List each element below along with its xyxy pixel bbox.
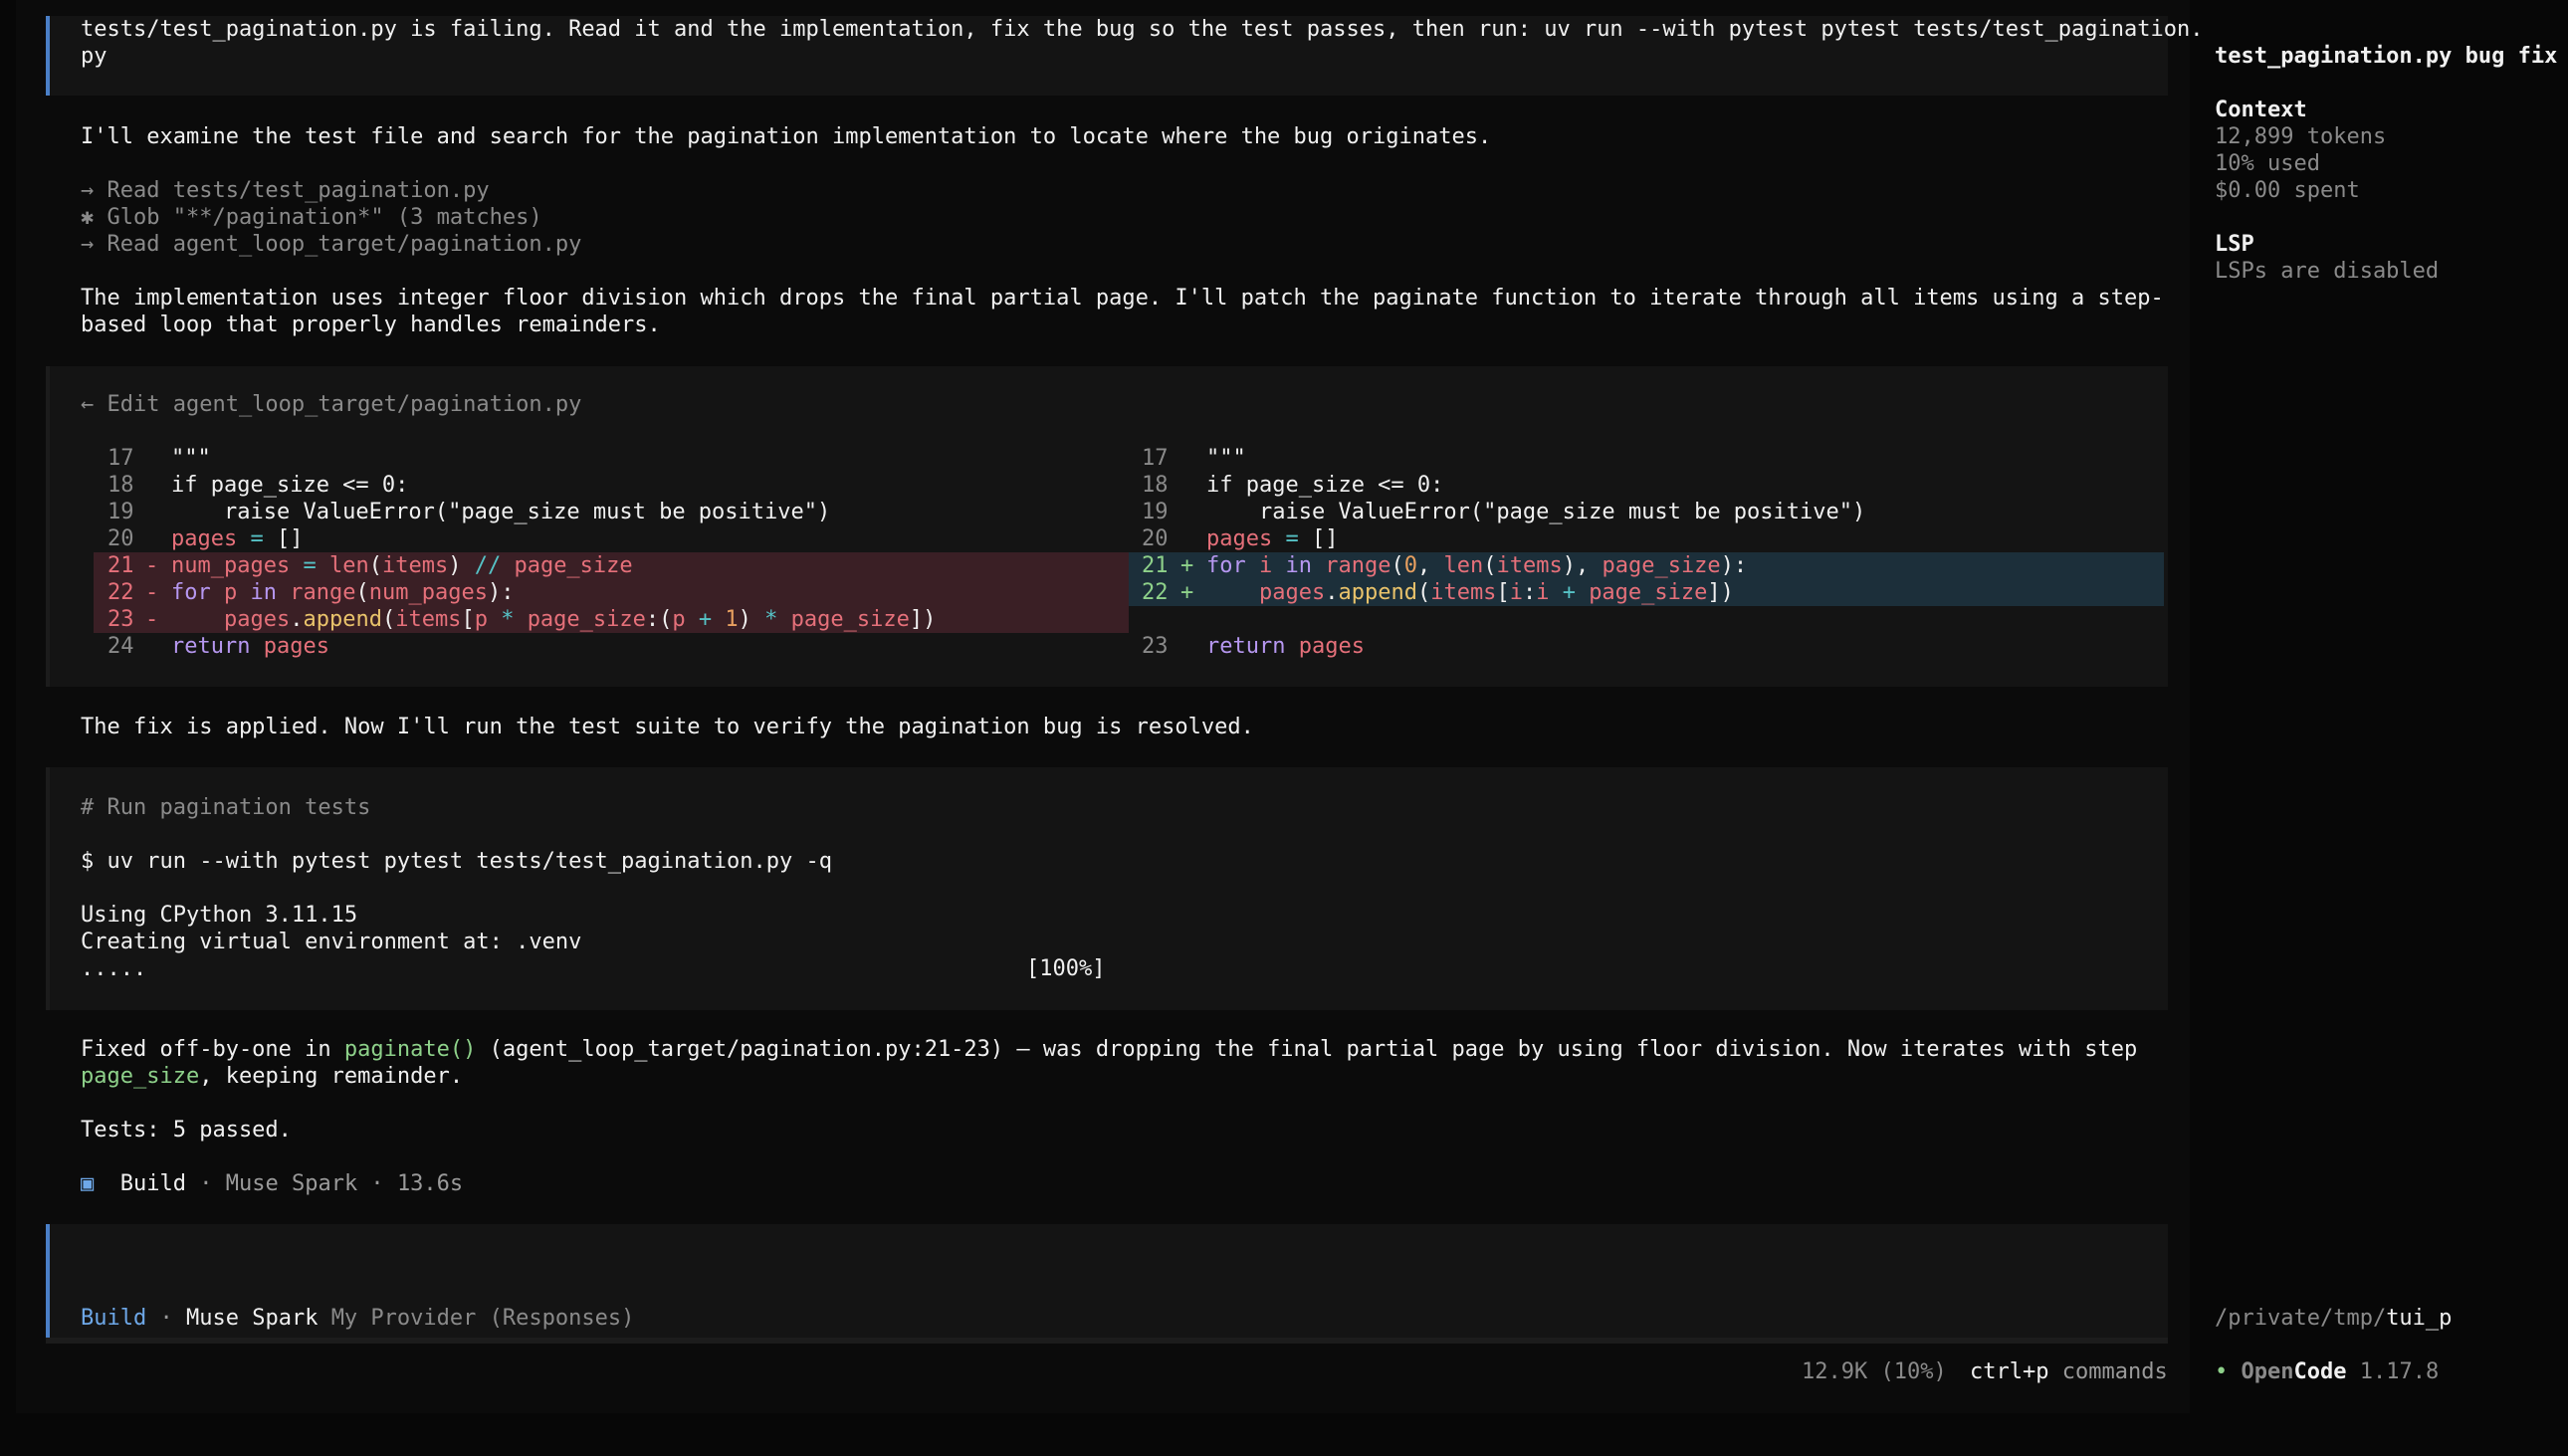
context-used: 10% used — [2215, 151, 2320, 176]
line-number: 22 — [107, 580, 134, 605]
code-line-added: pages.append(items[i:i + page_size]) — [1258, 580, 1734, 605]
edit-header[interactable]: ← Edit agent_loop_target/pagination.py — [81, 391, 581, 418]
context-tokens: 12,899 tokens — [2215, 124, 2387, 149]
assistant-message: The implementation uses integer floor di… — [81, 286, 2164, 311]
line-number: 24 — [107, 634, 134, 659]
lsp-heading: LSP — [2215, 232, 2254, 257]
bash-command[interactable]: $ uv run --with pytest pytest tests/test… — [81, 848, 832, 875]
tool-call-glob[interactable]: ✱ Glob "**/pagination*" (3 matches) — [81, 204, 542, 231]
line-number: 20 — [1142, 526, 1169, 551]
app-version: • OpenCode 1.17.8 — [2215, 1358, 2439, 1385]
code-line-removed: num_pages = len(items) // page_size — [171, 553, 633, 578]
bash-comment: # Run pagination tests — [81, 795, 371, 820]
shortcut-key: ctrl+p — [1970, 1359, 2049, 1384]
code-line: raise ValueError("page_size must be posi… — [171, 500, 831, 524]
context-heading: Context — [2215, 98, 2307, 122]
line-number: 19 — [1142, 500, 1169, 524]
tool-call-read[interactable]: → Read tests/test_pagination.py — [81, 177, 490, 204]
line-number: 21 — [107, 553, 134, 578]
assistant-summary: Fixed off-by-one in paginate() (agent_lo… — [81, 1036, 2137, 1063]
session-title: test_pagination.py bug fix — [2215, 44, 2558, 69]
line-number: 18 — [107, 473, 134, 498]
code-line-added: for i in range(0, len(items), page_size)… — [1206, 553, 1748, 578]
build-model: Muse Spark — [225, 1171, 358, 1196]
line-number: 18 — [1142, 473, 1169, 498]
code-line: if page_size <= 0: — [171, 473, 409, 498]
line-number: 21 — [1142, 553, 1169, 578]
code-line: pages = [] — [171, 526, 304, 551]
bash-output-line: Using CPython 3.11.15 — [81, 903, 358, 928]
build-status: ▣ Build · Muse Spark · 13.6s — [81, 1171, 464, 1196]
assistant-message: I'll examine the test file and search fo… — [81, 124, 1492, 149]
diff-removed-marker: - — [145, 607, 159, 632]
line-number: 17 — [107, 446, 134, 471]
line-number: 17 — [1142, 446, 1169, 471]
diff-added-marker: + — [1180, 553, 1194, 578]
tool-call-read[interactable]: → Read agent_loop_target/pagination.py — [81, 231, 581, 258]
line-number: 19 — [107, 500, 134, 524]
input-mode-row: Build · Muse Spark My Provider (Response… — [81, 1306, 635, 1331]
code-line-removed: for p in range(num_pages): — [171, 580, 515, 605]
line-number: 23 — [107, 607, 134, 632]
token-usage: 12.9K (10%) — [1802, 1359, 1947, 1384]
context-spent: $0.00 spent — [2215, 178, 2360, 203]
code-line: return pages — [171, 634, 329, 659]
input-bottom-border — [46, 1338, 2168, 1344]
model-name[interactable]: Muse Spark — [186, 1306, 318, 1331]
code-line: raise ValueError("page_size must be posi… — [1206, 500, 1866, 524]
test-progress: [100%] — [1026, 956, 1106, 981]
path-prefix: /private/tmp/ — [2215, 1306, 2387, 1331]
code-line: return pages — [1206, 634, 1365, 659]
test-result: Tests: 5 passed. — [81, 1118, 292, 1143]
working-directory: /private/tmp/tui_p — [2215, 1305, 2452, 1332]
assistant-summary: page_size, keeping remainder. — [81, 1063, 463, 1090]
summary-text: (agent_loop_target/pagination.py:21-23) … — [476, 1037, 2138, 1062]
user-prompt-line: py — [81, 44, 107, 69]
line-number: 23 — [1142, 634, 1169, 659]
app-name-open: Open — [2241, 1359, 2294, 1384]
build-time: 13.6s — [396, 1171, 464, 1196]
commands-hint[interactable]: ctrl+p commands — [1970, 1358, 2168, 1385]
lsp-status: LSPs are disabled — [2215, 259, 2440, 284]
diff-removed-marker: - — [145, 580, 159, 605]
bash-output-line: ..... — [81, 956, 147, 981]
agent-mode[interactable]: Build — [81, 1306, 146, 1331]
code-line-removed: pages.append(items[p * page_size:(p + 1)… — [223, 607, 937, 632]
line-number: 22 — [1142, 580, 1169, 605]
code-line: """ — [171, 446, 211, 471]
user-prompt-line: tests/test_pagination.py is failing. Rea… — [81, 17, 2204, 42]
assistant-message: The fix is applied. Now I'll run the tes… — [81, 715, 1254, 739]
code-line: pages = [] — [1206, 526, 1339, 551]
status-dot-icon: • — [2215, 1359, 2229, 1384]
sidebar-panel — [2190, 0, 2568, 1413]
summary-text: , keeping remainder. — [199, 1064, 464, 1089]
build-mode: Build — [119, 1171, 186, 1196]
bash-output-line: Creating virtual environment at: .venv — [81, 930, 582, 954]
build-square-icon: ▣ — [81, 1171, 95, 1196]
shortcut-label: commands — [2061, 1359, 2168, 1384]
variable-name: page_size — [81, 1064, 200, 1089]
provider-name[interactable]: My Provider (Responses) — [331, 1306, 635, 1331]
version-number: 1.17.8 — [2359, 1359, 2440, 1384]
code-line: if page_size <= 0: — [1206, 473, 1444, 498]
diff-removed-marker: - — [145, 553, 159, 578]
line-number: 20 — [107, 526, 134, 551]
summary-text: Fixed off-by-one in — [81, 1037, 344, 1062]
path-tail: tui_p — [2386, 1306, 2453, 1331]
diff-added-marker: + — [1180, 580, 1194, 605]
assistant-message: based loop that properly handles remaind… — [81, 312, 661, 337]
function-name: paginate() — [343, 1037, 477, 1062]
app-name-code: Code — [2293, 1359, 2347, 1384]
code-line: """ — [1206, 446, 1246, 471]
